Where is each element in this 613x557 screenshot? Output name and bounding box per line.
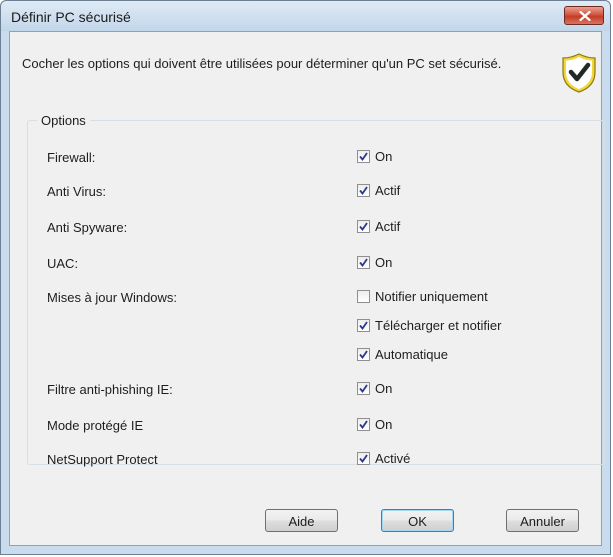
uac-label: UAC: [47,256,79,271]
dialog-body: Cocher les options qui doivent être util… [9,31,605,546]
title-bar[interactable]: Définir PC sécurisé [1,1,610,31]
close-button[interactable] [564,6,604,25]
checkmark-icon [359,152,368,161]
ie-antiphishing-label: Filtre anti-phishing IE: [47,382,173,397]
updates-download-notify-label[interactable]: Télécharger et notifier [375,318,501,333]
antivirus-checkbox[interactable] [357,184,370,197]
updates-automatic-label[interactable]: Automatique [375,347,448,362]
options-group-title: Options [37,113,90,128]
checkmark-icon [359,454,368,463]
ie-protected-mode-option[interactable]: On [357,417,392,432]
updates-automatic-checkbox[interactable] [357,348,370,361]
antivirus-option-label[interactable]: Actif [375,183,400,198]
checkmark-icon [359,258,368,267]
ie-protected-mode-checkbox[interactable] [357,418,370,431]
windows-updates-label: Mises à jour Windows: [47,290,178,305]
antivirus-label: Anti Virus: [47,184,107,199]
netsupport-protect-checkbox[interactable] [357,452,370,465]
updates-automatic-option[interactable]: Automatique [357,347,448,362]
checkmark-icon [359,420,368,429]
checkmark-icon [359,384,368,393]
antispyware-label: Anti Spyware: [47,220,128,235]
netsupport-protect-option[interactable]: Activé [357,451,410,466]
intro-text: Cocher les options qui doivent être util… [22,56,502,71]
updates-notify-only-checkbox[interactable] [357,290,370,303]
antispyware-option[interactable]: Actif [357,219,400,234]
firewall-option[interactable]: On [357,149,392,164]
uac-option[interactable]: On [357,255,392,270]
antivirus-option[interactable]: Actif [357,183,400,198]
antispyware-checkbox[interactable] [357,220,370,233]
dialog-window: Définir PC sécurisé Cocher les options q… [0,0,611,555]
checkmark-icon [359,321,368,330]
window-title: Définir PC sécurisé [11,9,131,25]
checkmark-icon [359,222,368,231]
updates-download-notify-checkbox[interactable] [357,319,370,332]
checkmark-icon [359,186,368,195]
firewall-option-label[interactable]: On [375,149,392,164]
firewall-checkbox[interactable] [357,150,370,163]
updates-download-notify-option[interactable]: Télécharger et notifier [357,318,501,333]
cancel-button[interactable]: Annuler [506,509,579,532]
ie-protected-mode-option-label[interactable]: On [375,417,392,432]
firewall-label: Firewall: [47,150,96,165]
close-icon [579,11,591,21]
updates-notify-only-option[interactable]: Notifier uniquement [357,289,488,304]
shield-check-icon [562,53,596,93]
updates-notify-only-label[interactable]: Notifier uniquement [375,289,488,304]
uac-option-label[interactable]: On [375,255,392,270]
help-button[interactable]: Aide [265,509,338,532]
netsupport-protect-label: NetSupport Protect [47,452,158,467]
ie-protected-mode-label: Mode protégé IE [47,418,144,433]
netsupport-protect-option-label[interactable]: Activé [375,451,410,466]
ie-antiphishing-option[interactable]: On [357,381,392,396]
antispyware-option-label[interactable]: Actif [375,219,400,234]
ok-button[interactable]: OK [381,509,454,532]
uac-checkbox[interactable] [357,256,370,269]
ie-antiphishing-option-label[interactable]: On [375,381,392,396]
checkmark-icon [359,350,368,359]
ie-antiphishing-checkbox[interactable] [357,382,370,395]
